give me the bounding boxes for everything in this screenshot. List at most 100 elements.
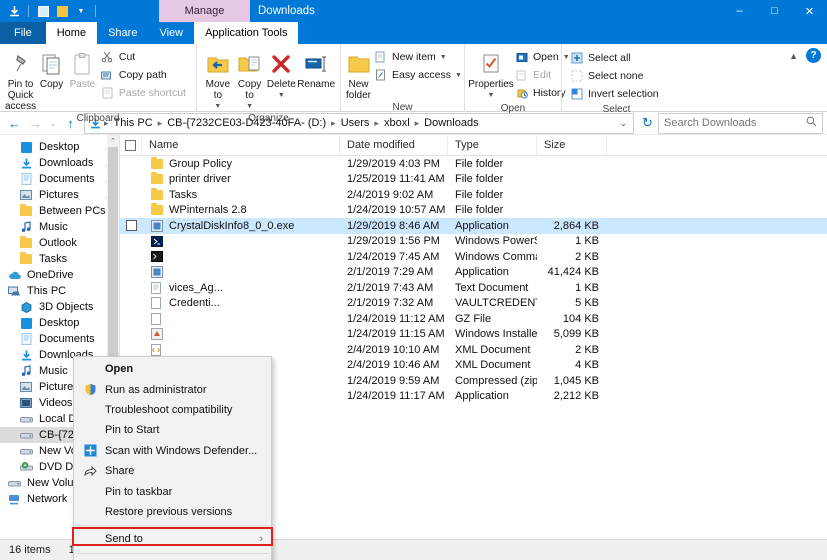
cell-type: XML Document — [455, 359, 531, 372]
download-icon[interactable] — [6, 3, 22, 19]
sidebar-item-outlook[interactable]: Outlook — [0, 235, 119, 251]
download-icon — [18, 156, 34, 170]
ribbon-right-controls: ▲ ? — [789, 48, 821, 63]
select-none-button[interactable]: Select none — [567, 67, 664, 85]
table-row[interactable]: 1/29/2019 1:56 PM Windows PowerSh... 1 KB — [120, 234, 827, 250]
context-menu[interactable]: Open Run as administrator Troubleshoot com… — [73, 356, 272, 560]
table-row[interactable]: Credenti... 2/1/2019 7:32 AM VAULTCREDENTI… — [120, 296, 827, 312]
sidebar-item-tasks[interactable]: Tasks — [0, 251, 119, 267]
breadcrumb-dropdown-icon[interactable]: ⌄ — [615, 118, 631, 129]
installer-icon — [149, 327, 164, 341]
table-row[interactable]: WPinternals 2.8 1/24/2019 10:57 AM File fo… — [120, 203, 827, 219]
table-row[interactable]: Tasks 2/4/2019 9:02 AM File folder — [120, 187, 827, 203]
window-controls: – □ ✕ — [722, 0, 827, 22]
tab-file[interactable]: File — [0, 22, 46, 44]
new-folder-icon — [347, 49, 371, 79]
table-row[interactable]: 1/24/2019 7:45 AM Windows Comman... 2 KB — [120, 249, 827, 265]
sidebar-item-downloads[interactable]: Downloads📌 — [0, 155, 119, 171]
cell-type: Windows Comman... — [455, 250, 537, 263]
invert-selection-button[interactable]: Invert selection — [567, 85, 664, 103]
sidebar-item-pictures[interactable]: Pictures📌 — [0, 187, 119, 203]
cut-button[interactable]: Cut — [98, 48, 191, 66]
menu-item-send-to[interactable]: Send to › — [74, 529, 271, 549]
table-row[interactable]: CrystalDiskInfo8_0_0.exe 1/29/2019 8:46 A… — [120, 218, 827, 234]
menu-item-troubleshoot-compatibility[interactable]: Troubleshoot compatibility — [74, 400, 271, 420]
new-item-dropdown-icon[interactable]: ▼ — [440, 54, 447, 61]
toolbar-divider-2 — [95, 5, 96, 17]
menu-item-restore-previous-versions[interactable]: Restore previous versions — [74, 502, 271, 522]
easy-access-button[interactable]: Easy access ▼ — [371, 66, 467, 84]
row-checkbox[interactable] — [120, 220, 142, 232]
tab-home[interactable]: Home — [45, 22, 98, 44]
menu-item-share[interactable]: Share — [74, 461, 271, 481]
move-to-dropdown-icon[interactable]: ▼ — [214, 101, 221, 112]
column-header-type[interactable]: Type — [448, 135, 537, 156]
menu-item-cut[interactable]: Cut — [74, 557, 271, 560]
column-header-date[interactable]: Date modified — [340, 135, 448, 156]
sidebar-item-between-pcs[interactable]: Between PCs — [0, 203, 119, 219]
sidebar-item-desktop[interactable]: Desktop — [0, 315, 119, 331]
table-row[interactable]: 1/24/2019 11:12 AM GZ File 104 KB — [120, 311, 827, 327]
sidebar-item-label: Pictures — [39, 189, 79, 201]
menu-item-pin-to-taskbar[interactable]: Pin to taskbar — [74, 481, 271, 501]
table-row[interactable]: 1/24/2019 11:15 AM Windows Installer ... 5… — [120, 327, 827, 343]
sidebar-item-3d-objects[interactable]: 3D Objects — [0, 299, 119, 315]
menu-item-run-as-administrator[interactable]: Run as administrator — [74, 379, 271, 399]
chevron-up-icon[interactable]: ▲ — [789, 51, 798, 61]
sidebar-item-this-pc[interactable]: This PC — [0, 283, 119, 299]
new-folder-button[interactable]: New folder — [346, 47, 371, 101]
sidebar-item-desktop[interactable]: Desktop📌 — [0, 139, 119, 155]
toolbar-divider — [28, 5, 29, 17]
copy-path-button[interactable]: Copy path — [98, 66, 191, 84]
menu-item-pin-to-start[interactable]: Pin to Start — [74, 420, 271, 440]
new-folder-label: New folder — [346, 79, 372, 101]
move-to-button[interactable]: Move to ▼ — [202, 47, 234, 112]
contextual-tab-manage[interactable]: Manage — [159, 0, 250, 22]
table-row[interactable]: vices_Ag... 2/1/2019 7:43 AM Text Document… — [120, 280, 827, 296]
copy-button[interactable]: Copy — [36, 47, 67, 90]
new-item-button[interactable]: New item ▼ — [371, 48, 467, 66]
properties-dropdown-icon[interactable]: ▼ — [488, 90, 495, 101]
sidebar-item-documents[interactable]: Documents — [0, 331, 119, 347]
menu-item-open[interactable]: Open — [74, 359, 271, 379]
minimize-button[interactable]: – — [722, 0, 757, 22]
delete-dropdown-icon[interactable]: ▼ — [278, 90, 285, 101]
customize-chevron-icon[interactable]: ▼ — [73, 3, 89, 19]
close-button[interactable]: ✕ — [792, 0, 827, 22]
delete-icon — [270, 49, 292, 79]
search-input[interactable]: Search Downloads — [658, 112, 823, 134]
sidebar-item-documents[interactable]: Documents📌 — [0, 171, 119, 187]
rename-button[interactable]: Rename — [297, 47, 335, 90]
sidebar-item-onedrive[interactable]: OneDrive — [0, 267, 119, 283]
copy-to-button[interactable]: Copy to ▼ — [234, 47, 266, 112]
search-icon[interactable] — [806, 116, 817, 130]
maximize-button[interactable]: □ — [757, 0, 792, 22]
sidebar-item-music[interactable]: Music — [0, 219, 119, 235]
properties-icon[interactable] — [35, 3, 51, 19]
breadcrumb-downloads[interactable]: Downloads — [420, 117, 482, 129]
breadcrumb-user[interactable]: xboxl — [380, 117, 414, 129]
properties-button[interactable]: Properties ▼ — [468, 47, 514, 101]
new-folder-icon[interactable] — [54, 3, 70, 19]
breadcrumb-users[interactable]: Users — [337, 117, 374, 129]
pin-to-quick-access-button[interactable]: Pin to Quick access — [5, 47, 36, 112]
move-to-label: Move to — [205, 79, 231, 101]
menu-item-scan-with-windows-defender[interactable]: Scan with Windows Defender... — [74, 441, 271, 461]
delete-button[interactable]: Delete ▼ — [265, 47, 297, 101]
table-row[interactable]: Group Policy 1/29/2019 4:03 PM File folder — [120, 156, 827, 172]
tab-view[interactable]: View — [148, 22, 194, 44]
help-icon[interactable]: ? — [806, 48, 821, 63]
scroll-up-icon[interactable]: ⌃ — [107, 135, 119, 147]
clipboard-small-buttons: Cut Copy path Paste shortcut — [98, 47, 191, 102]
column-header-name[interactable]: Name ⌃ — [142, 135, 340, 156]
select-all-checkbox[interactable] — [120, 135, 142, 156]
tab-share[interactable]: Share — [97, 22, 148, 44]
copy-to-dropdown-icon[interactable]: ▼ — [246, 101, 253, 112]
cell-date: 2/4/2019 10:46 AM — [347, 359, 440, 372]
table-row[interactable]: printer driver 1/25/2019 11:41 AM File fol… — [120, 172, 827, 188]
select-all-button[interactable]: Select all — [567, 49, 664, 67]
table-row[interactable]: 2/1/2019 7:29 AM Application 41,424 KB — [120, 265, 827, 281]
easy-access-dropdown-icon[interactable]: ▼ — [455, 72, 462, 79]
column-header-size[interactable]: Size — [537, 135, 607, 156]
tab-application-tools[interactable]: Application Tools — [194, 22, 299, 44]
